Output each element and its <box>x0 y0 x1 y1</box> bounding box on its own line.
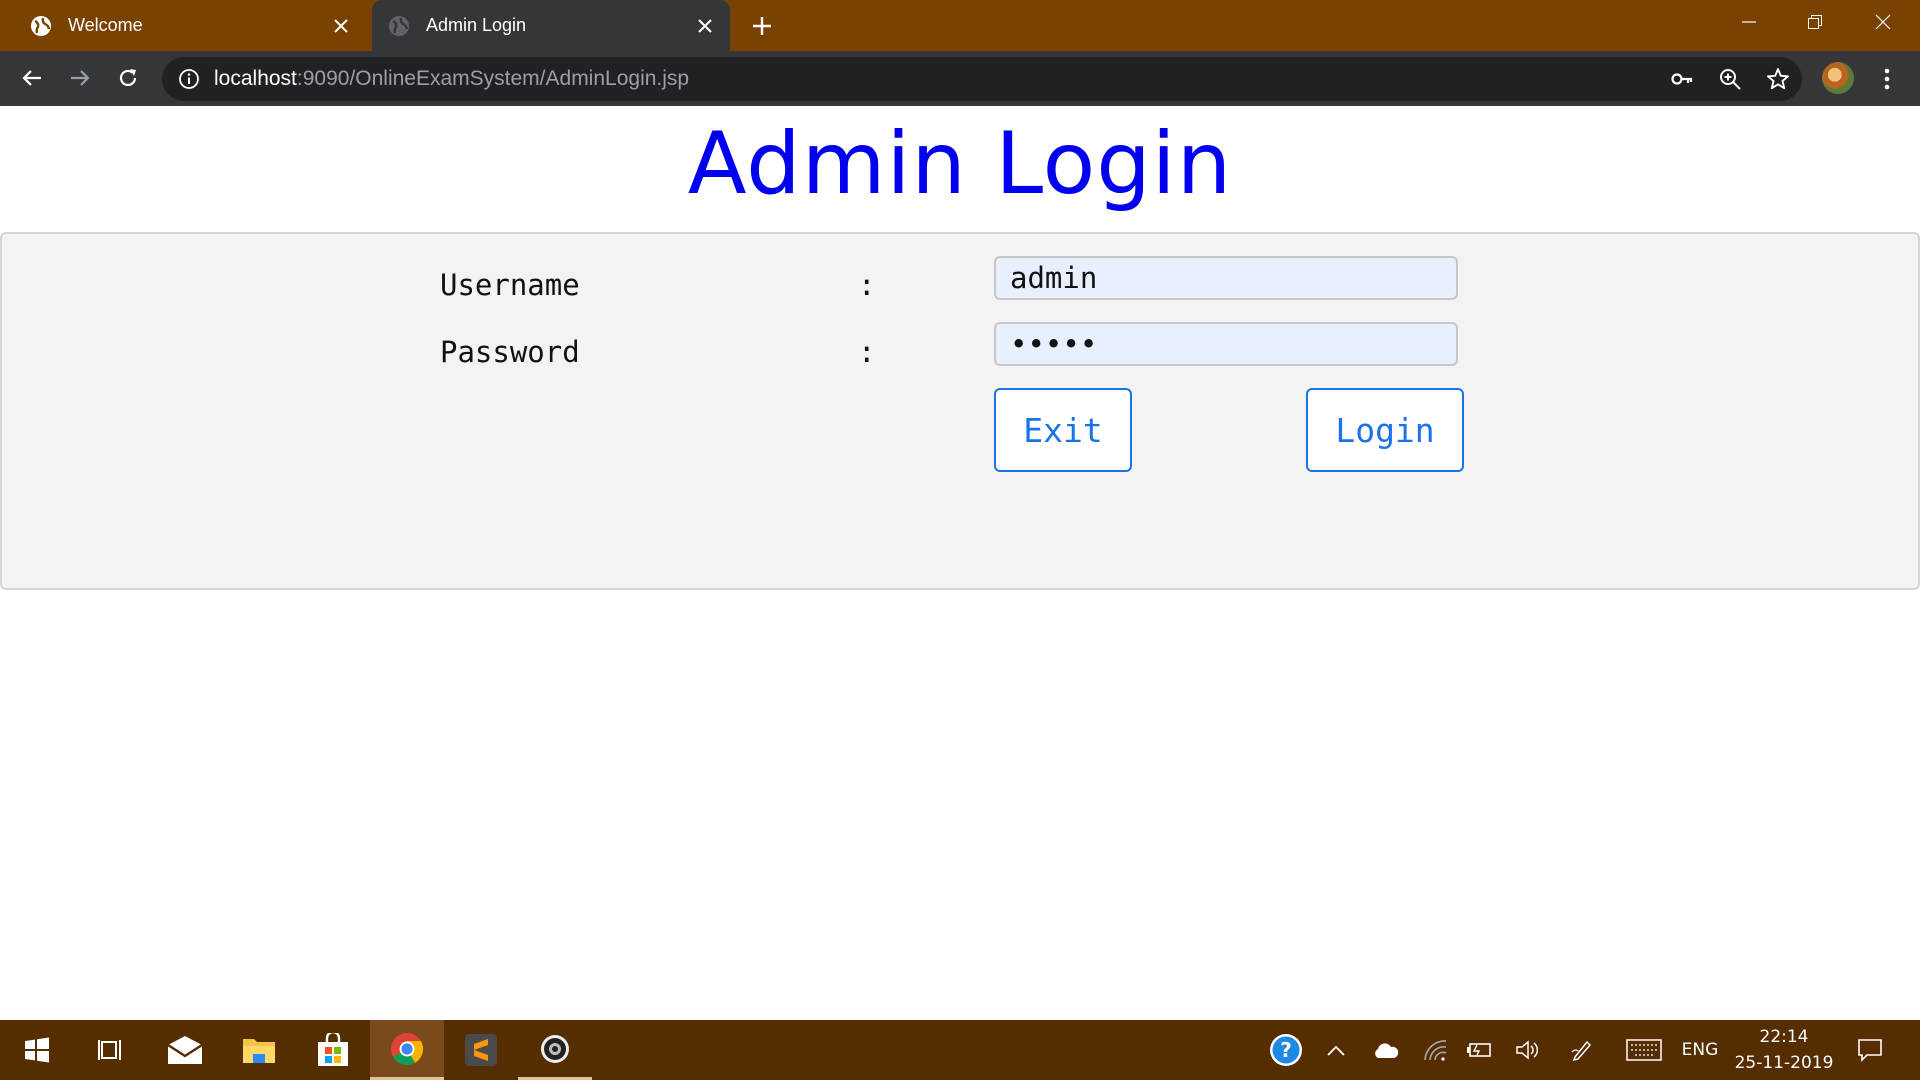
windows-taskbar: ? ENG 22:14 25-11-2019 <box>0 1020 1920 1080</box>
chrome-icon[interactable] <box>370 1020 444 1080</box>
back-button[interactable] <box>14 60 50 96</box>
reload-button[interactable] <box>110 60 146 96</box>
password-separator: : <box>858 335 876 369</box>
new-tab-button[interactable] <box>746 10 778 42</box>
web-page: Admin Login Username : Password : Exit L… <box>0 106 1920 1020</box>
restore-button[interactable] <box>1782 0 1848 44</box>
login-button[interactable]: Login <box>1306 388 1464 472</box>
tab-admin-login[interactable]: Admin Login <box>372 0 730 51</box>
help-icon[interactable]: ? <box>1266 1020 1306 1080</box>
menu-kebab-icon[interactable] <box>1872 61 1902 97</box>
mail-icon[interactable] <box>148 1020 222 1080</box>
page-title: Admin Login <box>687 114 1233 214</box>
language-indicator[interactable]: ENG <box>1676 1020 1724 1080</box>
chevron-up-icon[interactable] <box>1320 1020 1352 1080</box>
tab-title: Admin Login <box>426 15 527 35</box>
info-icon[interactable] <box>178 68 200 90</box>
login-form-panel: Username : Password : Exit Login <box>0 232 1920 590</box>
browser-toolbar: localhost:9090/OnlineExamSystem/AdminLog… <box>0 51 1920 106</box>
language-text: ENG <box>1681 1040 1719 1060</box>
password-label: Password <box>440 335 580 369</box>
globe-icon <box>388 15 410 37</box>
store-icon[interactable] <box>296 1020 370 1080</box>
close-window-button[interactable] <box>1850 0 1916 44</box>
forward-button[interactable] <box>62 60 98 96</box>
clock-date: 25-11-2019 <box>1734 1053 1834 1073</box>
minimize-button[interactable] <box>1716 0 1782 44</box>
profile-avatar[interactable] <box>1822 62 1854 94</box>
touch-keyboard-icon[interactable] <box>1620 1020 1668 1080</box>
address-bar[interactable]: localhost:9090/OnlineExamSystem/AdminLog… <box>162 57 1802 101</box>
globe-icon <box>30 15 52 37</box>
system-clock[interactable]: 22:14 25-11-2019 <box>1728 1024 1840 1076</box>
file-explorer-icon[interactable] <box>222 1020 296 1080</box>
tab-welcome[interactable]: Welcome <box>14 0 366 51</box>
tab-title: Welcome <box>68 15 143 35</box>
svg-text:?: ? <box>1280 1038 1292 1062</box>
username-input[interactable] <box>994 256 1458 300</box>
volume-icon[interactable] <box>1508 1020 1548 1080</box>
start-icon[interactable] <box>0 1020 74 1080</box>
browser-tab-strip: Welcome Admin Login <box>0 0 1920 51</box>
onedrive-cloud-icon[interactable] <box>1366 1020 1406 1080</box>
close-icon[interactable] <box>692 13 718 39</box>
settings-app-icon[interactable] <box>518 1020 592 1080</box>
exit-button[interactable]: Exit <box>994 388 1132 472</box>
bookmark-star-icon[interactable] <box>1764 65 1792 93</box>
pen-ink-icon[interactable] <box>1562 1020 1602 1080</box>
battery-icon[interactable] <box>1460 1020 1500 1080</box>
url-text: localhost:9090/OnlineExamSystem/AdminLog… <box>214 67 690 90</box>
clock-time: 22:14 <box>1759 1027 1809 1047</box>
close-icon[interactable] <box>328 13 354 39</box>
sublime-text-icon[interactable] <box>444 1020 518 1080</box>
username-label: Username <box>440 268 580 302</box>
key-icon[interactable] <box>1668 65 1696 93</box>
action-center-icon[interactable] <box>1850 1020 1890 1080</box>
password-input[interactable] <box>994 322 1458 366</box>
wifi-icon[interactable] <box>1414 1020 1454 1080</box>
zoom-icon[interactable] <box>1716 65 1744 93</box>
task-view-icon[interactable] <box>74 1020 148 1080</box>
username-separator: : <box>858 268 876 302</box>
